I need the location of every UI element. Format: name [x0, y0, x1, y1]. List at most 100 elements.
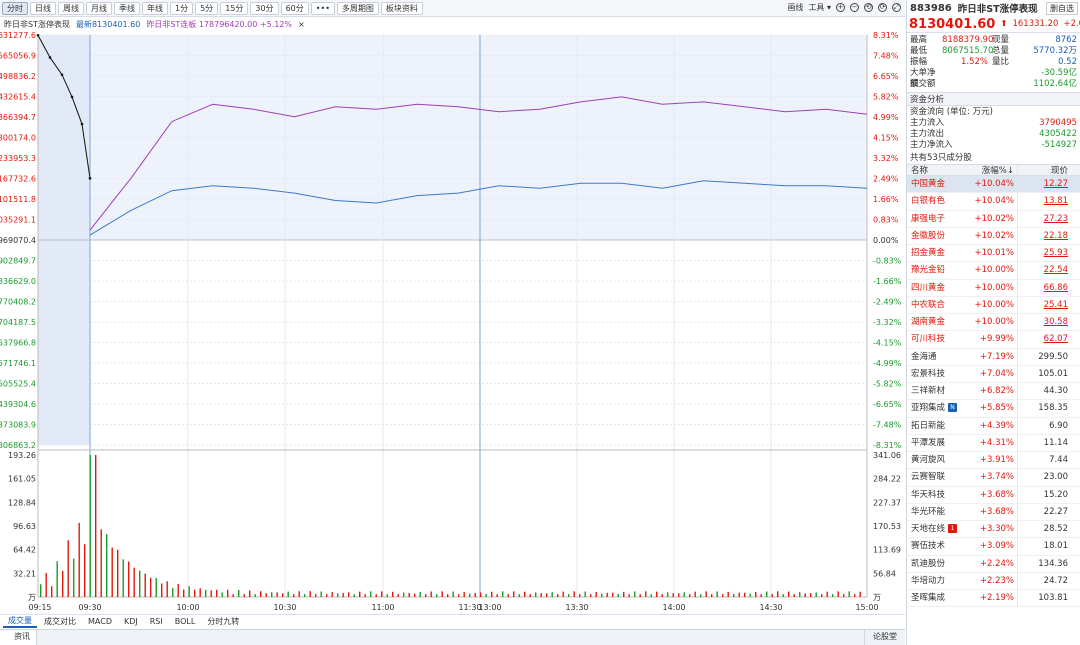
volume-bar — [672, 593, 674, 597]
volume-bar — [760, 594, 762, 597]
chart-area[interactable]: 分时 日线 周线 月线 季线 年线 1分 5分 15分 30分 60分 ••• 多周期图 板块资料 画线 工具… — [0, 0, 905, 645]
indicator-tab[interactable]: RSI — [145, 617, 168, 626]
pct-tick: -5.82% — [873, 380, 902, 389]
pct-tick: -4.15% — [873, 339, 902, 348]
volume-bar — [821, 594, 823, 597]
stock-change: +7.04% — [969, 365, 1018, 382]
panel-header: 883986 昨日非ST涨停表现 删自选 — [907, 0, 1080, 16]
volume-bar — [436, 594, 438, 597]
col-name[interactable]: 名称 — [907, 165, 969, 176]
stock-row[interactable]: 凯迪股份 +2.24% 134.36 — [907, 555, 1080, 573]
price-tick: 7637966.8 — [0, 339, 36, 348]
intraday-chart[interactable]: 8631277.6 8565056.9 8498836.2 8432615.4 8366… — [0, 0, 905, 614]
indicator-tab[interactable]: KDJ — [119, 617, 143, 626]
stock-row[interactable]: 拓日新能 +4.39% 6.90 — [907, 417, 1080, 435]
volume-bar — [194, 589, 196, 597]
pct-tick: -0.83% — [873, 257, 902, 266]
stock-row[interactable]: 云赛智联 +3.74% 23.00 — [907, 469, 1080, 487]
volume-bar — [441, 591, 443, 597]
stock-row[interactable]: 赛伍技术 +3.09% 18.01 — [907, 538, 1080, 556]
volume-tick-right: 170.53 — [873, 522, 901, 531]
stock-price: 13.81 — [1043, 196, 1068, 207]
stock-change: +10.00% — [969, 262, 1018, 279]
stock-change: +7.19% — [969, 348, 1018, 365]
volume-bar — [100, 529, 102, 597]
stock-row[interactable]: 豫光金铅 +10.00% 22.54 — [907, 262, 1080, 280]
volume-bar — [694, 591, 696, 597]
indicator-tab[interactable]: 成交量 — [3, 615, 37, 628]
stock-row[interactable]: 圣晖集成 +2.19% 103.81 — [907, 590, 1080, 608]
stat-cell: 8067515.70 — [942, 46, 994, 56]
pct-tick: 6.65% — [873, 72, 899, 81]
stock-row[interactable]: 华光环能 +3.68% 22.27 — [907, 503, 1080, 521]
volume-bar — [425, 594, 427, 597]
indicator-tab[interactable]: 成交对比 — [39, 616, 81, 627]
volume-bar — [755, 591, 757, 597]
stock-price: 62.07 — [1043, 334, 1068, 345]
stock-row[interactable]: 黄河旋风 +3.91% 7.44 — [907, 452, 1080, 470]
volume-tick-right: 56.84 — [873, 569, 896, 578]
stock-change: +4.31% — [969, 434, 1018, 451]
stock-row[interactable]: 中国黄金 +10.04% 12.27 — [907, 176, 1080, 194]
stock-change: +6.82% — [969, 383, 1018, 400]
price-tick: 7902849.7 — [0, 257, 36, 266]
stock-row[interactable]: 平潭发展 +4.31% 11.14 — [907, 434, 1080, 452]
stock-row[interactable]: 宏景科技 +7.04% 105.01 — [907, 365, 1080, 383]
volume-bar — [782, 594, 784, 597]
col-change[interactable]: 涨幅%↓ — [969, 165, 1018, 176]
volume-bar — [210, 590, 212, 597]
stock-row[interactable]: 四川黄金 +10.00% 66.86 — [907, 279, 1080, 297]
volume-bar — [111, 547, 113, 597]
volume-bar — [518, 594, 520, 597]
stock-row[interactable]: 白银有色 +10.04% 13.81 — [907, 193, 1080, 211]
stock-row[interactable]: 可川科技 +9.99% 62.07 — [907, 331, 1080, 349]
stock-row[interactable]: 中农联合 +10.00% 25.41 — [907, 296, 1080, 314]
stock-row[interactable]: 华天科技 +3.68% 15.20 — [907, 486, 1080, 504]
stock-row[interactable]: 金海通 +7.19% 299.50 — [907, 348, 1080, 366]
stock-row[interactable]: 三祥新材 +6.82% 44.30 — [907, 383, 1080, 401]
constituents-header: 名称 涨幅%↓ 现价 — [907, 164, 1080, 176]
remove-favorite-button[interactable]: 删自选 — [1046, 1, 1078, 15]
stock-change: +2.19% — [969, 590, 1018, 607]
flow-value: 4305422 — [1039, 129, 1077, 139]
volume-bar — [353, 594, 355, 597]
stock-name: 三祥新材 — [911, 386, 946, 396]
volume-bar — [854, 594, 856, 597]
current-price: 8130401.60 — [909, 16, 996, 32]
pct-tick: 4.15% — [873, 134, 899, 143]
stock-row[interactable]: 亚翔集成 N +5.85% 158.35 — [907, 400, 1080, 418]
volume-bar — [595, 591, 597, 597]
volume-bar — [469, 593, 471, 597]
stock-row[interactable]: 湖南黄金 +10.00% 30.58 — [907, 314, 1080, 332]
indicator-tab[interactable]: 分时九转 — [202, 616, 244, 627]
stock-row[interactable]: 康强电子 +10.02% 27.23 — [907, 210, 1080, 228]
constituents-list: 中国黄金 +10.04% 12.27 白银有色 +10.04% 13.81 康强电子 +10.… — [907, 176, 1080, 608]
chart-legend: 昨日非ST涨停表现 最新8130401.60 昨日非ST连板 178796420… — [4, 18, 305, 30]
indicator-tab[interactable]: MACD — [83, 617, 117, 626]
volume-bar — [287, 591, 289, 597]
volume-bar — [430, 591, 432, 597]
pct-tick: 0.83% — [873, 216, 899, 225]
legend-close-icon[interactable]: × — [298, 20, 305, 29]
stock-name: 白银有色 — [911, 196, 946, 207]
stock-row[interactable]: 金徽股份 +10.02% 22.18 — [907, 227, 1080, 245]
stock-row[interactable]: 华培动力 +2.23% 24.72 — [907, 572, 1080, 590]
pct-tick: 1.66% — [873, 195, 899, 204]
stock-change: +10.00% — [969, 279, 1018, 296]
volume-bar — [678, 593, 680, 597]
stock-price: 299.50 — [1038, 351, 1068, 362]
stat-cell — [942, 68, 988, 79]
stock-row[interactable]: 天地在线 1 +3.30% 28.52 — [907, 521, 1080, 539]
volume-bar — [282, 593, 284, 597]
stock-row[interactable]: 招金黄金 +10.01% 25.93 — [907, 245, 1080, 263]
indicator-tab[interactable]: BOLL — [170, 617, 201, 626]
stat-cell: 大单净额 — [910, 68, 936, 89]
volume-bar — [73, 558, 75, 597]
volume-bar — [199, 588, 201, 597]
volume-bar — [205, 589, 207, 597]
news-tab[interactable]: 资讯 — [0, 630, 37, 645]
volume-bar — [320, 591, 322, 597]
col-price[interactable]: 现价 — [1018, 165, 1074, 176]
forum-tab[interactable]: 论股堂 — [864, 630, 905, 645]
volume-bar — [540, 593, 542, 597]
